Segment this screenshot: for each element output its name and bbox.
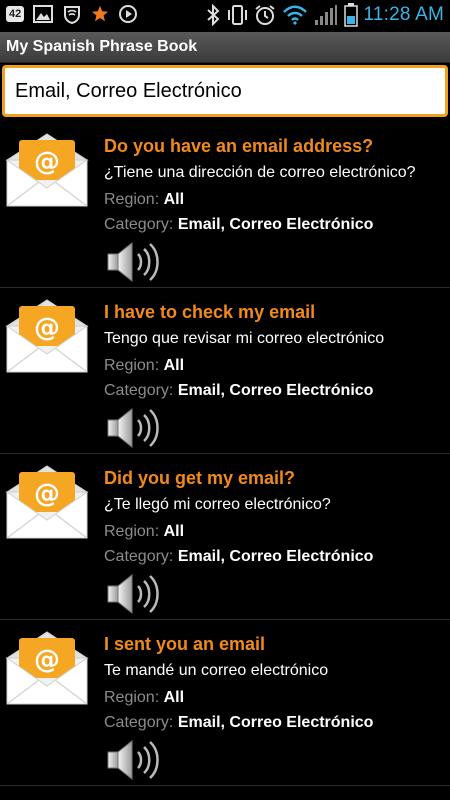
svg-text:@: @ — [34, 479, 60, 509]
region-label: Region: — [104, 357, 160, 374]
region-value: All — [163, 523, 185, 540]
gallery-icon — [33, 5, 54, 23]
phrase-row[interactable]: @ I sent you an email Te mandé un correo… — [0, 620, 450, 786]
category-label: Category: — [104, 714, 174, 731]
media-icon — [119, 5, 138, 23]
phrase-english: I sent you an email — [104, 634, 266, 654]
status-bar: 42 11:28 AM — [0, 0, 450, 32]
region-line: Region: All — [104, 191, 184, 209]
region-value: All — [163, 689, 185, 706]
phrase-row[interactable]: @ I have to check my email Tengo que rev… — [0, 288, 450, 454]
region-label: Region: — [104, 689, 160, 706]
clock: 11:28 AM — [363, 4, 444, 25]
alarm-icon — [254, 5, 275, 25]
category-field-container[interactable] — [2, 65, 448, 117]
category-label: Category: — [104, 382, 174, 399]
phrase-english: Did you get my email? — [104, 468, 296, 488]
speaker-icon[interactable] — [104, 406, 160, 450]
bluetooth-icon — [206, 4, 219, 26]
phrase-row[interactable]: @ Did you get my email? ¿Te llegó mi cor… — [0, 454, 450, 620]
phrase-spanish: ¿Tiene una dirección de correo electróni… — [104, 164, 416, 181]
svg-text:@: @ — [34, 313, 60, 343]
category-value: Email, Correo Electrónico — [177, 216, 374, 233]
category-field[interactable] — [5, 68, 445, 114]
category-value: Email, Correo Electrónico — [177, 714, 374, 731]
category-label: Category: — [104, 216, 174, 233]
signal-icon — [314, 5, 337, 25]
email-envelope-icon: @ — [5, 133, 89, 207]
region-line: Region: All — [104, 523, 184, 541]
region-line: Region: All — [104, 357, 184, 375]
category-line: Category: Email, Correo Electrónico — [104, 216, 373, 234]
speaker-icon[interactable] — [104, 572, 160, 616]
phrase-spanish: Tengo que revisar mi correo electrónico — [104, 330, 385, 347]
sprint-icon — [64, 6, 81, 24]
email-envelope-icon: @ — [5, 631, 89, 705]
vibrate-icon — [227, 5, 247, 25]
email-envelope-icon: @ — [5, 465, 89, 539]
category-line: Category: Email, Correo Electrónico — [104, 382, 373, 400]
phrase-english: Do you have an email address? — [104, 136, 374, 156]
category-line: Category: Email, Correo Electrónico — [104, 548, 373, 566]
speaker-icon[interactable] — [104, 738, 160, 782]
notification-count-badge: 42 — [6, 6, 25, 22]
svg-text:@: @ — [34, 645, 60, 675]
region-value: All — [163, 191, 185, 208]
region-value: All — [163, 357, 185, 374]
wifi-icon — [282, 5, 307, 25]
region-label: Region: — [104, 523, 160, 540]
phrase-english: I have to check my email — [104, 302, 316, 322]
phrase-spanish: Te mandé un correo electrónico — [104, 662, 329, 679]
category-value: Email, Correo Electrónico — [177, 382, 374, 399]
phrase-spanish: ¿Te llegó mi correo electrónico? — [104, 496, 331, 513]
battery-icon — [343, 3, 358, 27]
category-value: Email, Correo Electrónico — [177, 548, 374, 565]
phrase-row[interactable]: @ Do you have an email address? ¿Tiene u… — [0, 122, 450, 288]
phrase-list: @ Do you have an email address? ¿Tiene u… — [0, 122, 450, 786]
region-line: Region: All — [104, 689, 184, 707]
email-envelope-icon: @ — [5, 299, 89, 373]
star-icon — [92, 5, 109, 22]
region-label: Region: — [104, 191, 160, 208]
category-line: Category: Email, Correo Electrónico — [104, 714, 373, 732]
category-label: Category: — [104, 548, 174, 565]
app-title-bar: My Spanish Phrase Book — [0, 32, 450, 63]
speaker-icon[interactable] — [104, 240, 160, 284]
svg-text:@: @ — [34, 147, 60, 177]
app-title: My Spanish Phrase Book — [6, 38, 198, 55]
